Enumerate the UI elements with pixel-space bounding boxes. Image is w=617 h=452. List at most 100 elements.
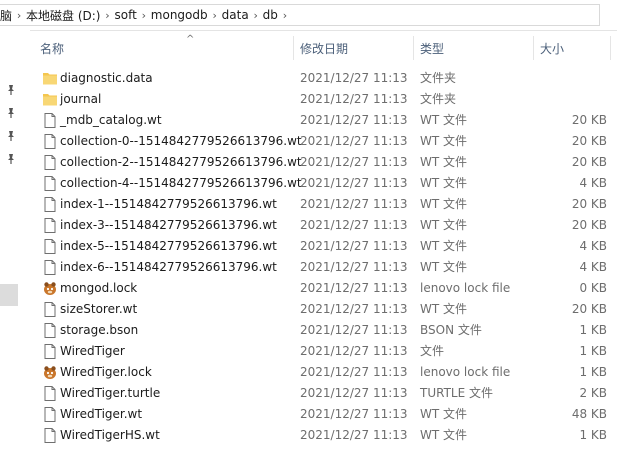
column-header-date[interactable]: 修改日期 <box>300 30 348 60</box>
file-row[interactable]: diagnostic.data 2021/12/27 11:13 文件夹 <box>30 68 617 89</box>
file-icon <box>42 238 58 255</box>
column-header-name[interactable]: 名称 <box>40 30 64 60</box>
file-row[interactable]: collection-0--1514842779526613796.wt 2021… <box>30 131 617 152</box>
column-divider[interactable] <box>610 36 611 60</box>
file-type: lenovo lock file <box>420 365 511 379</box>
file-date: 2021/12/27 11:13 <box>300 365 408 379</box>
file-row[interactable]: _mdb_catalog.wt 2021/12/27 11:13 WT 文件 20 K… <box>30 110 617 131</box>
file-icon <box>42 154 58 171</box>
file-row[interactable]: index-6--1514842779526613796.wt 2021/12/2… <box>30 257 617 278</box>
file-date: 2021/12/27 11:13 <box>300 344 408 358</box>
file-row[interactable]: journal 2021/12/27 11:13 文件夹 <box>30 89 617 110</box>
file-icon <box>42 427 58 444</box>
file-date: 2021/12/27 11:13 <box>300 407 408 421</box>
file-date: 2021/12/27 11:13 <box>300 281 408 295</box>
file-name: WiredTiger.lock <box>60 365 152 379</box>
breadcrumb-this-pc[interactable]: 脑 <box>0 7 12 24</box>
navigation-pane <box>0 30 30 452</box>
file-row[interactable]: index-1--1514842779526613796.wt 2021/12/2… <box>30 194 617 215</box>
pin-icon[interactable] <box>5 84 17 96</box>
file-row[interactable]: storage.bson 2021/12/27 11:13 BSON 文件 1 KB <box>30 320 617 341</box>
column-divider[interactable] <box>533 36 534 60</box>
file-name: index-3--1514842779526613796.wt <box>60 218 277 232</box>
column-header-type[interactable]: 类型 <box>420 30 444 60</box>
file-size: 4 KB <box>579 260 607 274</box>
file-size: 2 KB <box>579 386 607 400</box>
file-row[interactable]: WiredTiger.lock 2021/12/27 11:13 lenovo lo… <box>30 362 617 383</box>
file-size: 1 KB <box>579 323 607 337</box>
file-list: diagnostic.data 2021/12/27 11:13 文件夹 journa… <box>30 68 617 446</box>
breadcrumb-drive-d[interactable]: 本地磁盘 (D:) <box>26 7 100 24</box>
breadcrumb-chevron-icon[interactable]: › <box>208 9 222 22</box>
file-name: WiredTiger.wt <box>60 407 143 421</box>
file-type: WT 文件 <box>420 176 468 190</box>
pin-icon[interactable] <box>5 107 17 119</box>
breadcrumb-chevron-icon[interactable]: › <box>278 9 292 22</box>
breadcrumb-soft[interactable]: soft <box>114 8 136 22</box>
file-icon <box>42 112 58 129</box>
file-size: 20 KB <box>571 113 607 127</box>
file-date: 2021/12/27 11:13 <box>300 197 408 211</box>
file-name: journal <box>60 92 102 106</box>
file-name: mongod.lock <box>60 281 138 295</box>
breadcrumb[interactable]: 脑 › 本地磁盘 (D:) › soft › mongodb › data › … <box>0 4 600 26</box>
file-type: WT 文件 <box>420 134 468 148</box>
file-date: 2021/12/27 11:13 <box>300 260 408 274</box>
file-row[interactable]: mongod.lock 2021/12/27 11:13 lenovo lock f… <box>30 278 617 299</box>
file-size: 0 KB <box>579 281 607 295</box>
nav-selected-item[interactable] <box>0 284 18 306</box>
column-divider[interactable] <box>293 36 294 60</box>
file-date: 2021/12/27 11:13 <box>300 176 408 190</box>
file-date: 2021/12/27 11:13 <box>300 134 408 148</box>
file-row[interactable]: collection-2--1514842779526613796.wt 2021… <box>30 152 617 173</box>
file-row[interactable]: index-5--1514842779526613796.wt 2021/12/2… <box>30 236 617 257</box>
file-icon <box>42 196 58 213</box>
breadcrumb-mongodb[interactable]: mongodb <box>151 8 208 22</box>
file-size: 20 KB <box>571 134 607 148</box>
file-type: WT 文件 <box>420 302 468 316</box>
breadcrumb-db[interactable]: db <box>263 8 278 22</box>
file-icon <box>42 259 58 276</box>
column-header-size[interactable]: 大小 <box>540 30 564 60</box>
file-type: WT 文件 <box>420 260 468 274</box>
breadcrumb-chevron-icon[interactable]: › <box>249 9 263 22</box>
lock-file-icon <box>42 280 58 297</box>
file-type: WT 文件 <box>420 155 468 169</box>
file-name: index-6--1514842779526613796.wt <box>60 260 277 274</box>
file-icon <box>42 301 58 318</box>
file-size: 20 KB <box>571 302 607 316</box>
file-row[interactable]: WiredTiger.turtle 2021/12/27 11:13 TURTLE … <box>30 383 617 404</box>
file-row[interactable]: index-3--1514842779526613796.wt 2021/12/2… <box>30 215 617 236</box>
file-type: BSON 文件 <box>420 323 482 337</box>
file-icon <box>42 406 58 423</box>
sort-ascending-icon: ^ <box>186 34 195 45</box>
file-name: collection-0--1514842779526613796.wt <box>60 134 302 148</box>
file-size: 4 KB <box>579 176 607 190</box>
file-name: diagnostic.data <box>60 71 153 85</box>
breadcrumb-chevron-icon[interactable]: › <box>137 9 151 22</box>
file-type: WT 文件 <box>420 197 468 211</box>
file-name: index-1--1514842779526613796.wt <box>60 197 277 211</box>
column-divider[interactable] <box>413 36 414 60</box>
file-date: 2021/12/27 11:13 <box>300 386 408 400</box>
file-size: 20 KB <box>571 218 607 232</box>
breadcrumb-data[interactable]: data <box>222 8 249 22</box>
file-name: collection-2--1514842779526613796.wt <box>60 155 302 169</box>
file-row[interactable]: WiredTiger.wt 2021/12/27 11:13 WT 文件 48 KB <box>30 404 617 425</box>
breadcrumb-chevron-icon[interactable]: › <box>100 9 114 22</box>
pin-icon[interactable] <box>5 153 17 165</box>
file-type: WT 文件 <box>420 428 468 442</box>
file-row[interactable]: sizeStorer.wt 2021/12/27 11:13 WT 文件 20 KB <box>30 299 617 320</box>
file-type: 文件夹 <box>420 92 457 106</box>
pin-icon[interactable] <box>5 130 17 142</box>
file-row[interactable]: collection-4--1514842779526613796.wt 2021… <box>30 173 617 194</box>
file-row[interactable]: WiredTigerHS.wt 2021/12/27 11:13 WT 文件 1 KB <box>30 425 617 446</box>
file-icon <box>42 322 58 339</box>
folder-icon <box>42 91 58 108</box>
file-size: 20 KB <box>571 197 607 211</box>
breadcrumb-chevron-icon[interactable]: › <box>12 9 26 22</box>
file-icon <box>42 175 58 192</box>
file-size: 48 KB <box>571 407 607 421</box>
file-date: 2021/12/27 11:13 <box>300 323 408 337</box>
file-row[interactable]: WiredTiger 2021/12/27 11:13 文件 1 KB <box>30 341 617 362</box>
